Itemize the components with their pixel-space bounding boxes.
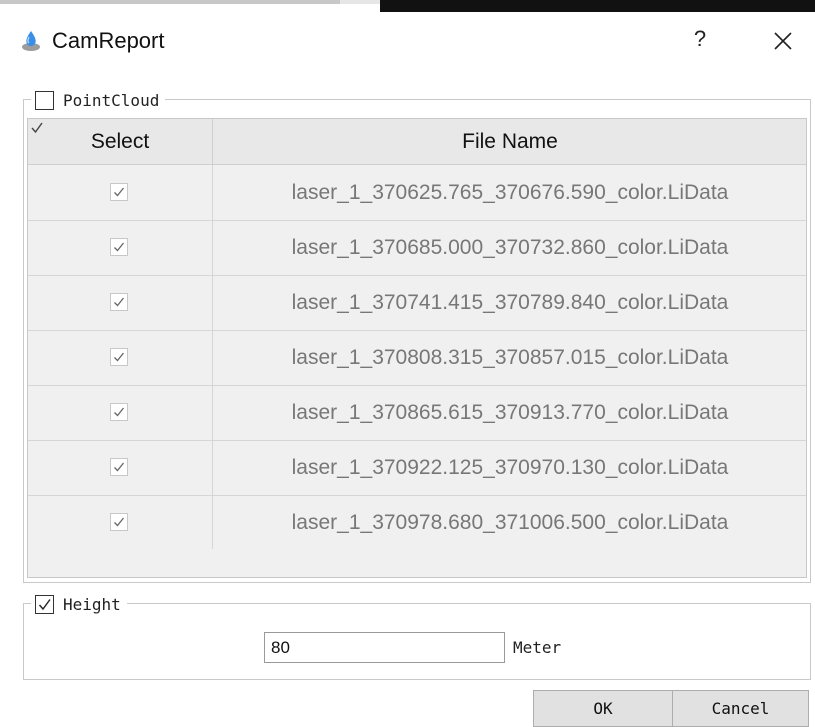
pointcloud-group-header: PointCloud [31,89,166,111]
row-file-name: laser_1_370865.615_370913.770_color.LiDa… [291,401,729,424]
table-row[interactable]: laser_1_370922.125_370970.130_color.LiDa… [28,440,806,496]
row-checkbox[interactable] [110,513,128,531]
row-select-cell [28,440,213,495]
title-bar: CamReport ? [0,12,815,72]
table-row[interactable]: laser_1_370978.680_371006.500_color.LiDa… [28,495,806,551]
file-table: Select File Name laser_1_370625.765_3706… [27,118,807,578]
row-checkbox[interactable] [110,183,128,201]
window-title: CamReport [52,28,165,53]
row-checkbox[interactable] [110,238,128,256]
height-checkbox[interactable] [35,594,54,614]
row-checkbox[interactable] [110,293,128,311]
row-select-cell [28,220,213,275]
strip-segment [380,0,815,12]
row-file-name: laser_1_370978.680_371006.500_color.LiDa… [291,511,729,534]
row-select-cell [28,165,213,220]
row-select-cell [28,330,213,385]
height-label: Height [63,594,121,614]
column-header-file-name[interactable]: File Name [213,119,806,164]
row-checkbox[interactable] [110,403,128,421]
row-file-name: laser_1_370685.000_370732.860_color.LiDa… [291,236,729,259]
row-checkbox[interactable] [110,458,128,476]
row-select-cell [28,385,213,440]
table-row[interactable]: laser_1_370741.415_370789.840_color.LiDa… [28,275,806,331]
row-file-name: laser_1_370625.765_370676.590_color.LiDa… [291,181,729,204]
height-input[interactable]: 80 [264,632,505,663]
select-all-check-icon[interactable] [30,121,44,140]
height-group-header: Height [31,593,127,615]
row-file-name: laser_1_370922.125_370970.130_color.LiDa… [291,456,729,479]
help-button[interactable]: ? [690,26,710,52]
ok-button[interactable]: OK [533,690,673,727]
table-header: Select File Name [28,119,806,165]
table-row[interactable]: laser_1_370625.765_370676.590_color.LiDa… [28,165,806,221]
unit-label: Meter [513,638,562,657]
app-drop-icon [20,30,42,52]
strip-segment [0,0,340,4]
strip-segment [340,0,380,4]
table-empty-area [28,549,806,577]
close-icon[interactable] [772,30,794,52]
pointcloud-checkbox[interactable] [35,90,54,110]
row-checkbox[interactable] [110,348,128,366]
taskbar-strip [0,0,815,12]
row-select-cell [28,495,213,550]
cancel-button[interactable]: Cancel [672,690,809,727]
column-header-select[interactable]: Select [28,119,213,164]
table-row[interactable]: laser_1_370808.315_370857.015_color.LiDa… [28,330,806,386]
pointcloud-label: PointCloud [63,90,160,110]
row-select-cell [28,275,213,330]
table-row[interactable]: laser_1_370685.000_370732.860_color.LiDa… [28,220,806,276]
table-row[interactable]: laser_1_370865.615_370913.770_color.LiDa… [28,385,806,441]
row-file-name: laser_1_370808.315_370857.015_color.LiDa… [291,346,729,369]
row-file-name: laser_1_370741.415_370789.840_color.LiDa… [291,291,729,314]
